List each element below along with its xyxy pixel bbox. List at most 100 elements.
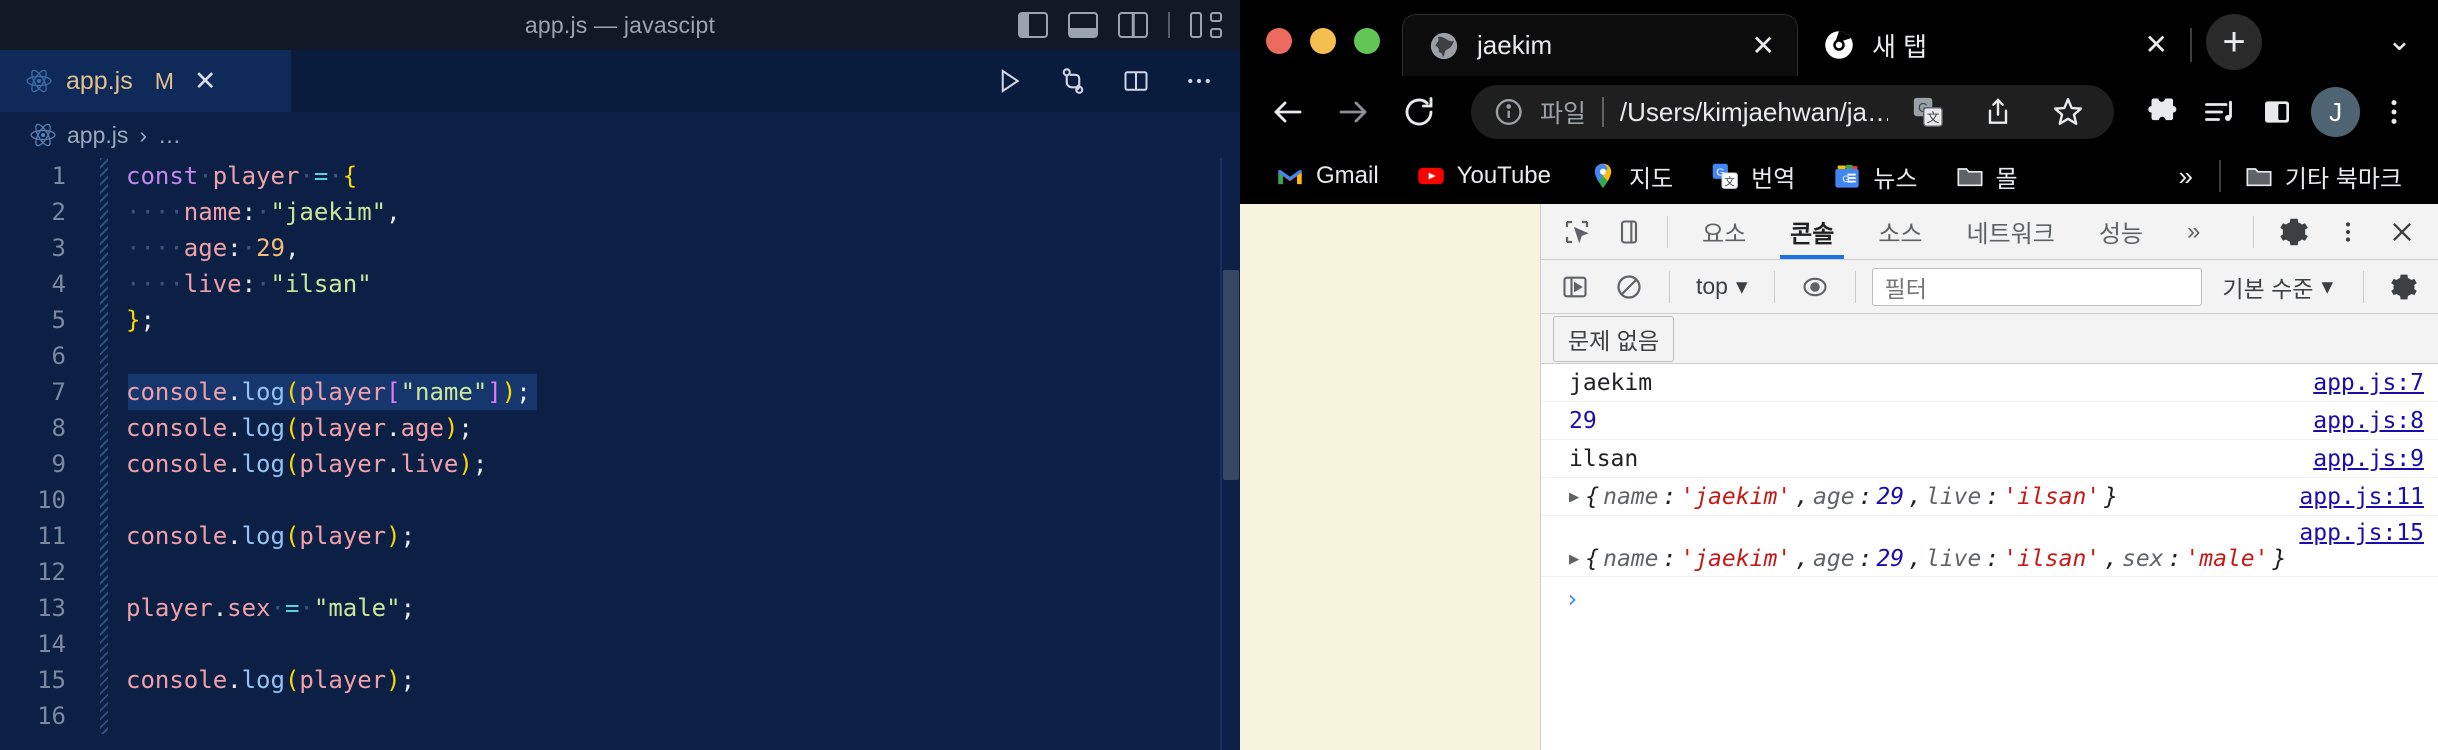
- panel-toggle-icon[interactable]: [1068, 12, 1098, 38]
- address-bar[interactable]: 파일 /Users/kimjaehwan/ja… G 文: [1470, 85, 2115, 139]
- code-line[interactable]: 3 ····age:·29,: [0, 230, 1240, 266]
- code-line[interactable]: 14: [0, 626, 1240, 662]
- extensions-icon[interactable]: [2138, 88, 2186, 136]
- close-devtools-icon[interactable]: [2378, 210, 2426, 254]
- devtools-tab-elements[interactable]: 요소: [1682, 205, 1766, 259]
- devtools-tab-console[interactable]: 콘솔: [1770, 205, 1854, 259]
- more-actions-icon[interactable]: [1184, 66, 1214, 96]
- breadcrumb-more[interactable]: …: [158, 122, 181, 149]
- back-button[interactable]: [1260, 84, 1316, 140]
- split-editor-icon[interactable]: [1122, 67, 1150, 95]
- browser-tab-close-icon[interactable]: ✕: [2145, 31, 2168, 59]
- clear-console-icon[interactable]: [1605, 265, 1653, 309]
- code-line[interactable]: 2 ····name:·"jaekim",: [0, 194, 1240, 230]
- maximize-window-button[interactable]: [1354, 28, 1380, 54]
- console-source-link[interactable]: app.js:15: [2279, 520, 2424, 546]
- bookmark-gmail[interactable]: Gmail: [1262, 156, 1393, 196]
- devtools-tab-sources[interactable]: 소스: [1858, 205, 1942, 259]
- bookmark-news[interactable]: G 뉴스: [1819, 153, 1931, 200]
- forward-button[interactable]: [1326, 84, 1382, 140]
- code-line[interactable]: 7 console.log(player["name"]);: [0, 374, 1240, 410]
- browser-tab-new-tab[interactable]: 새 탭 ✕: [1798, 14, 2190, 76]
- devtools-tab-performance[interactable]: 성능: [2079, 205, 2163, 259]
- share-icon[interactable]: [1974, 88, 2022, 136]
- console-prompt[interactable]: ›: [1541, 577, 2438, 621]
- expand-triangle-icon[interactable]: ▶: [1569, 487, 1579, 507]
- code-line[interactable]: 12: [0, 554, 1240, 590]
- editor-scrollbar-thumb[interactable]: [1223, 270, 1239, 480]
- customize-layout-icon[interactable]: [1190, 12, 1222, 38]
- inspect-element-icon[interactable]: [1553, 210, 1601, 254]
- code-line[interactable]: 5};: [0, 302, 1240, 338]
- console-message-row[interactable]: 29 app.js:8: [1541, 402, 2438, 440]
- breadcrumb-file-label[interactable]: app.js: [67, 122, 128, 149]
- code-line[interactable]: 11 console.log(player);: [0, 518, 1240, 554]
- console-filter-input[interactable]: 필터: [1871, 267, 2203, 306]
- console-message-row[interactable]: jaekim app.js:7: [1541, 364, 2438, 402]
- console-source-link[interactable]: app.js:7: [2293, 370, 2424, 396]
- side-panel-icon[interactable]: [2253, 88, 2301, 136]
- omnibox-url-text[interactable]: /Users/kimjaehwan/ja…: [1620, 97, 1888, 128]
- code-editor[interactable]: 1 const·player·=·{2 ····name:·"jaekim", 3 ··…: [0, 158, 1240, 750]
- editor-scrollbar[interactable]: [1222, 158, 1240, 750]
- code-line[interactable]: 6: [0, 338, 1240, 374]
- console-sidebar-icon[interactable]: [1551, 265, 1599, 309]
- code-line[interactable]: 9 console.log(player.live);: [0, 446, 1240, 482]
- bookmark-star-icon[interactable]: [2044, 88, 2092, 136]
- code-line[interactable]: 1 const·player·=·{: [0, 158, 1240, 194]
- run-code-icon[interactable]: [994, 66, 1024, 96]
- issues-status-badge[interactable]: 문제 없음: [1553, 315, 1675, 362]
- chrome-window: jaekim ✕ 새 탭 ✕ + ⌄ 파일 /Users/kimjaehwan/…: [1240, 0, 2438, 750]
- secondary-sidebar-toggle-icon[interactable]: [1118, 12, 1148, 38]
- editor-tab-close-icon[interactable]: ✕: [194, 67, 217, 95]
- code-line[interactable]: 16: [0, 698, 1240, 734]
- minimize-window-button[interactable]: [1310, 28, 1336, 54]
- code-token: 29: [256, 234, 285, 262]
- devtools-more-options-icon[interactable]: [2324, 210, 2372, 254]
- browser-tab-close-icon[interactable]: ✕: [1752, 31, 1775, 60]
- profile-avatar[interactable]: J: [2310, 87, 2361, 137]
- primary-sidebar-toggle-icon[interactable]: [1018, 12, 1048, 38]
- devtools-tabs-overflow-icon[interactable]: »: [2167, 205, 2220, 259]
- bookmark-folder-mall[interactable]: 몰: [1942, 153, 2032, 200]
- devtools-tab-network[interactable]: 네트워크: [1947, 205, 2075, 259]
- translate-icon[interactable]: G 文: [1904, 88, 1952, 136]
- code-line[interactable]: 15 console.log(player);: [0, 662, 1240, 698]
- editor-tab-app-js[interactable]: app.js M ✕: [0, 50, 291, 112]
- console-settings-gear-icon[interactable]: [2380, 265, 2428, 309]
- console-message-row[interactable]: app.js:15 ▶ {name: 'jaekim', age: 29, live…: [1541, 516, 2438, 577]
- chrome-menu-icon[interactable]: [2370, 88, 2418, 136]
- code-line[interactable]: 4 ····live:·"ilsan": [0, 266, 1240, 302]
- bookmarks-overflow-icon[interactable]: »: [2162, 161, 2208, 192]
- code-line[interactable]: 10: [0, 482, 1240, 518]
- console-message-row[interactable]: ▶ {name: 'jaekim', age: 29, live: 'ilsan'…: [1541, 478, 2438, 516]
- bookmark-youtube[interactable]: YouTube: [1403, 156, 1565, 196]
- expand-triangle-icon[interactable]: ▶: [1569, 549, 1579, 569]
- console-context-selector[interactable]: top ▾: [1686, 273, 1758, 300]
- console-source-link[interactable]: app.js:11: [2279, 484, 2424, 510]
- bookmark-translate[interactable]: G 文 번역: [1697, 153, 1809, 200]
- tab-search-chevron-down-icon[interactable]: ⌄: [2387, 23, 2412, 58]
- console-object-token: 'ilsan': [2003, 483, 2101, 510]
- code-line[interactable]: 13 player.sex·=·"male";: [0, 590, 1240, 626]
- console-output[interactable]: jaekim app.js:7 29 app.js:8 ilsan app.js:9 ▶{n…: [1541, 364, 2438, 750]
- console-log-levels-selector[interactable]: 기본 수준 ▾: [2208, 270, 2347, 304]
- code-line[interactable]: 8 console.log(player.age);: [0, 410, 1240, 446]
- bookmark-maps[interactable]: 지도: [1575, 153, 1687, 200]
- console-message-row[interactable]: ilsan app.js:9: [1541, 440, 2438, 478]
- console-source-link[interactable]: app.js:8: [2293, 408, 2424, 434]
- source-control-graph-icon[interactable]: [1058, 66, 1088, 96]
- page-info-icon[interactable]: [1493, 96, 1524, 128]
- live-expression-eye-icon[interactable]: [1791, 265, 1839, 309]
- new-tab-button[interactable]: +: [2206, 14, 2262, 70]
- console-object-token: }: [2272, 546, 2287, 572]
- web-page-viewport[interactable]: [1240, 204, 1540, 750]
- settings-gear-icon[interactable]: [2270, 210, 2318, 254]
- media-control-icon[interactable]: [2196, 88, 2244, 136]
- close-window-button[interactable]: [1266, 28, 1292, 54]
- reload-button[interactable]: [1391, 84, 1447, 140]
- device-toolbar-icon[interactable]: [1605, 210, 1653, 254]
- bookmark-other-bookmarks[interactable]: 기타 북마크: [2231, 153, 2416, 200]
- console-source-link[interactable]: app.js:9: [2293, 446, 2424, 472]
- browser-tab-jaekim[interactable]: jaekim ✕: [1402, 14, 1798, 76]
